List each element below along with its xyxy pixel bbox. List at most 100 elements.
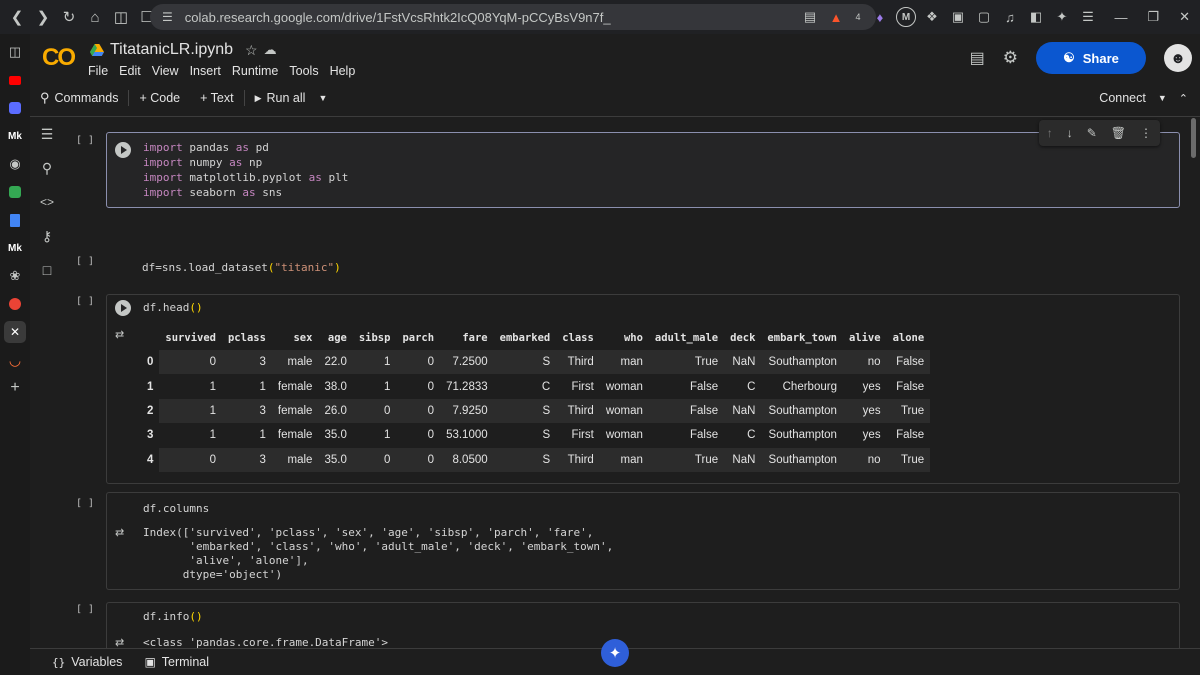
move-down-icon[interactable]: ↓ xyxy=(1067,126,1073,140)
menu-bar: File Edit View Insert Runtime Tools Help xyxy=(88,64,355,78)
site-info-icon[interactable]: ☰ xyxy=(162,10,173,24)
medium-icon-2[interactable]: Mk xyxy=(4,237,26,259)
brave-shield-icon[interactable]: ▲ xyxy=(826,7,846,27)
menu-tools[interactable]: Tools xyxy=(289,64,318,78)
globe-icon[interactable]: ◉ xyxy=(4,153,26,175)
more-options-icon[interactable]: ⋮ xyxy=(1140,126,1152,140)
column-header: parch xyxy=(402,332,435,344)
search-icon: ⚲ xyxy=(40,90,50,105)
table-of-contents-icon[interactable]: ☰ xyxy=(37,124,57,144)
edit-icon[interactable]: ✎ xyxy=(1087,126,1097,140)
record-icon[interactable] xyxy=(4,293,26,315)
row-index: 2 xyxy=(147,404,154,417)
menu-help[interactable]: Help xyxy=(330,64,356,78)
table-cell: C xyxy=(541,380,551,393)
cloud-icon[interactable]: ☁ xyxy=(264,42,277,58)
table-row: 4 0 3 male 35.0 0 0 8.0500 S Third man True NaN South… xyxy=(141,447,931,472)
window-controls: — ❐ ✕ xyxy=(1114,0,1190,34)
code-editor[interactable]: df.head() xyxy=(106,294,1180,320)
medium-icon[interactable]: Mk xyxy=(4,125,26,147)
colab-logo[interactable]: CO xyxy=(42,44,76,72)
code-snippets-icon[interactable]: <> xyxy=(37,192,57,212)
restore-icon[interactable]: ❐ xyxy=(1147,9,1159,25)
browser-menu-icon[interactable]: ☰ xyxy=(1078,7,1098,27)
terminal-label: Terminal xyxy=(161,655,210,669)
comment-icon[interactable]: ▤ xyxy=(970,48,985,68)
secrets-key-icon[interactable]: ⚷ xyxy=(37,226,57,246)
add-text-button[interactable]: + Text xyxy=(190,91,243,105)
m-extension-icon[interactable]: M xyxy=(896,7,916,27)
address-bar[interactable]: ☰ colab.research.google.com/drive/1FstVc… xyxy=(150,4,876,30)
run-cell-button[interactable] xyxy=(115,300,131,316)
output-actions-icon[interactable]: ⇄ xyxy=(115,328,131,341)
connect-button[interactable]: Connect xyxy=(1099,91,1146,105)
output-actions-icon[interactable]: ⇄ xyxy=(115,526,131,539)
screenshot-icon[interactable]: ▣ xyxy=(948,7,968,27)
reload-icon[interactable]: ↻ xyxy=(56,4,82,30)
run-all-button[interactable]: ▶ Run all ▼ xyxy=(245,91,338,105)
table-row: 0 0 3 male 22.0 1 0 7.2500 S Third man True NaN South… xyxy=(141,350,931,375)
sidebar-toggle-icon[interactable]: ◫ xyxy=(108,4,134,30)
drop-icon[interactable]: ♦ xyxy=(870,7,890,27)
home-icon[interactable]: ⌂ xyxy=(82,4,108,30)
commands-button[interactable]: ⚲ Commands xyxy=(30,90,128,106)
chevron-down-icon[interactable]: ▼ xyxy=(318,93,327,103)
delete-icon[interactable]: 🗑 xyxy=(1111,126,1126,140)
move-up-icon[interactable]: ↑ xyxy=(1047,126,1053,140)
app-icon-green[interactable] xyxy=(4,181,26,203)
settings-icon[interactable]: ⚙ xyxy=(1003,48,1018,68)
url-text: colab.research.google.com/drive/1FstVcsR… xyxy=(184,9,611,25)
avatar[interactable]: ☻ xyxy=(1164,44,1192,72)
brave-badge: 4 xyxy=(855,12,861,22)
chatgpt-icon[interactable]: ❀ xyxy=(4,265,26,287)
menu-view[interactable]: View xyxy=(152,64,179,78)
forward-icon[interactable]: ❯ xyxy=(30,4,56,30)
gemini-icon[interactable]: ✦ xyxy=(601,639,629,667)
terminal-button[interactable]: ▣ Terminal xyxy=(132,655,219,669)
find-icon[interactable]: ⚲ xyxy=(37,158,57,178)
menu-file[interactable]: File xyxy=(88,64,108,78)
variables-button[interactable]: {} Variables xyxy=(30,655,132,669)
column-header: sex xyxy=(293,332,313,344)
sidepanel-icon[interactable]: ◧ xyxy=(1026,7,1046,27)
music-icon[interactable]: ♫ xyxy=(1000,7,1020,27)
code-editor[interactable]: df.columns xyxy=(106,492,1180,520)
x-icon[interactable]: ✕ xyxy=(4,321,26,343)
add-panel-icon[interactable]: + xyxy=(4,377,26,399)
sidebar-panel-icon[interactable]: ◫ xyxy=(4,41,26,63)
messenger-icon[interactable] xyxy=(4,97,26,119)
output-actions-icon[interactable]: ⇄ xyxy=(115,636,131,648)
collapse-icon[interactable]: ⌃ xyxy=(1179,92,1188,105)
scrollbar[interactable] xyxy=(1191,118,1196,158)
table-cell: woman xyxy=(605,429,643,442)
reader-icon[interactable]: ▤ xyxy=(800,7,820,27)
menu-edit[interactable]: Edit xyxy=(119,64,141,78)
star-icon[interactable]: ☆ xyxy=(245,42,258,59)
minimize-icon[interactable]: — xyxy=(1114,10,1127,25)
menu-insert[interactable]: Insert xyxy=(190,64,221,78)
run-cell-button[interactable] xyxy=(115,142,131,158)
table-cell: man xyxy=(599,350,649,375)
back-icon[interactable]: ❮ xyxy=(4,4,30,30)
code-editor[interactable]: import pandas as pd import numpy as np i… xyxy=(106,132,1180,208)
add-code-label: + Code xyxy=(139,91,181,105)
youtube-icon[interactable] xyxy=(4,69,26,91)
leo-ai-icon[interactable]: ✦ xyxy=(1052,7,1072,27)
close-window-icon[interactable]: ✕ xyxy=(1179,9,1190,25)
loader-icon[interactable]: ◡ xyxy=(4,349,26,371)
connect-chevron-icon[interactable]: ▼ xyxy=(1158,93,1167,103)
code-editor[interactable]: df=sns.load_dataset("titanic") xyxy=(106,254,1180,282)
notebook-title[interactable]: TitatanicLR.ipynb xyxy=(110,41,233,59)
files-folder-icon[interactable]: □ xyxy=(37,260,57,280)
docs-icon[interactable] xyxy=(4,209,26,231)
share-button[interactable]: ☯ Share xyxy=(1036,42,1146,74)
execution-count: [ ] xyxy=(76,498,95,509)
puzzle-icon[interactable]: ❖ xyxy=(922,7,942,27)
code-editor[interactable]: df.info() xyxy=(106,602,1180,628)
execution-count: [ ] xyxy=(76,256,95,267)
window-icon[interactable]: ▢ xyxy=(974,7,994,27)
execution-count: [ ] xyxy=(76,135,95,146)
menu-runtime[interactable]: Runtime xyxy=(232,64,279,78)
column-header: who xyxy=(623,332,643,344)
add-code-button[interactable]: + Code xyxy=(129,91,190,105)
